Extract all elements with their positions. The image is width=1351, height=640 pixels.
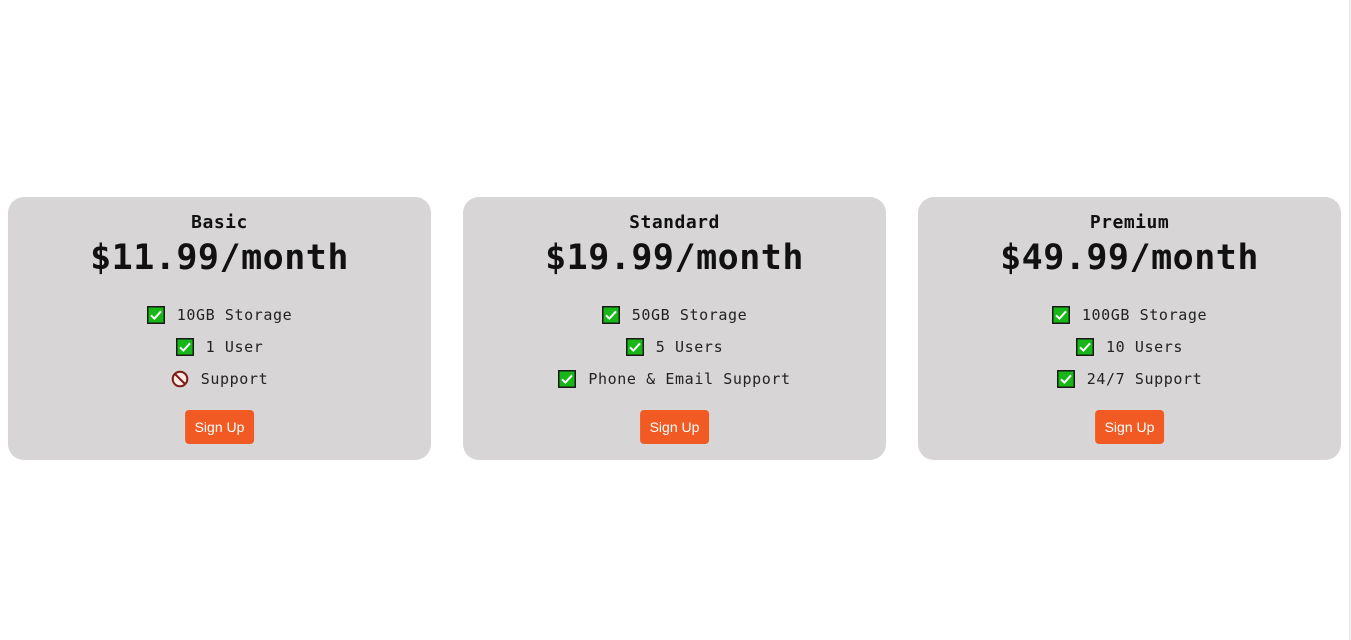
feature-item: Support <box>8 363 431 395</box>
sign-up-button[interactable]: Sign Up <box>184 410 255 444</box>
feature-item: 10GB Storage <box>8 299 431 331</box>
feature-item: 5 Users <box>463 331 886 363</box>
feature-list: 50GB Storage 5 Users Phone & Email Suppo… <box>463 299 886 395</box>
feature-list: 10GB Storage 1 User Support <box>8 299 431 395</box>
feature-item: 1 User <box>8 331 431 363</box>
checkmark-icon <box>175 338 194 356</box>
pricing-card-basic: Basic $11.99/month 10GB Storage 1 User S… <box>8 197 431 460</box>
feature-text: Phone & Email Support <box>588 370 791 388</box>
feature-text: 5 Users <box>655 338 724 356</box>
plan-price: $19.99/month <box>545 238 804 278</box>
plan-name: Premium <box>1089 212 1170 233</box>
feature-item: 10 Users <box>918 331 1341 363</box>
feature-item: 100GB Storage <box>918 299 1341 331</box>
sign-up-button[interactable]: Sign Up <box>639 410 710 444</box>
pricing-card-standard: Standard $19.99/month 50GB Storage 5 Use… <box>463 197 886 460</box>
plan-price: $49.99/month <box>1000 238 1259 278</box>
feature-list: 100GB Storage 10 Users 24/7 Support <box>918 299 1341 395</box>
feature-item: 24/7 Support <box>918 363 1341 395</box>
feature-text: 100GB Storage <box>1081 306 1208 324</box>
feature-text: Support <box>200 370 269 388</box>
feature-text: 1 User <box>205 338 264 356</box>
sign-up-button[interactable]: Sign Up <box>1094 410 1165 444</box>
pricing-card-premium: Premium $49.99/month 100GB Storage 10 Us… <box>918 197 1341 460</box>
feature-text: 10 Users <box>1105 338 1184 356</box>
feature-text: 24/7 Support <box>1086 370 1203 388</box>
checkmark-icon <box>601 306 620 324</box>
checkmark-icon <box>625 338 644 356</box>
feature-text: 50GB Storage <box>631 306 748 324</box>
checkmark-icon <box>1051 306 1070 324</box>
prohibited-icon <box>171 370 189 388</box>
feature-item: 50GB Storage <box>463 299 886 331</box>
feature-item: Phone & Email Support <box>463 363 886 395</box>
checkmark-icon <box>1075 338 1094 356</box>
plan-name: Basic <box>191 212 248 233</box>
checkmark-icon <box>1056 370 1075 388</box>
checkmark-icon <box>558 370 577 388</box>
checkmark-icon <box>146 306 165 324</box>
feature-text: 10GB Storage <box>176 306 293 324</box>
plan-price: $11.99/month <box>90 238 349 278</box>
plan-name: Standard <box>629 212 720 233</box>
